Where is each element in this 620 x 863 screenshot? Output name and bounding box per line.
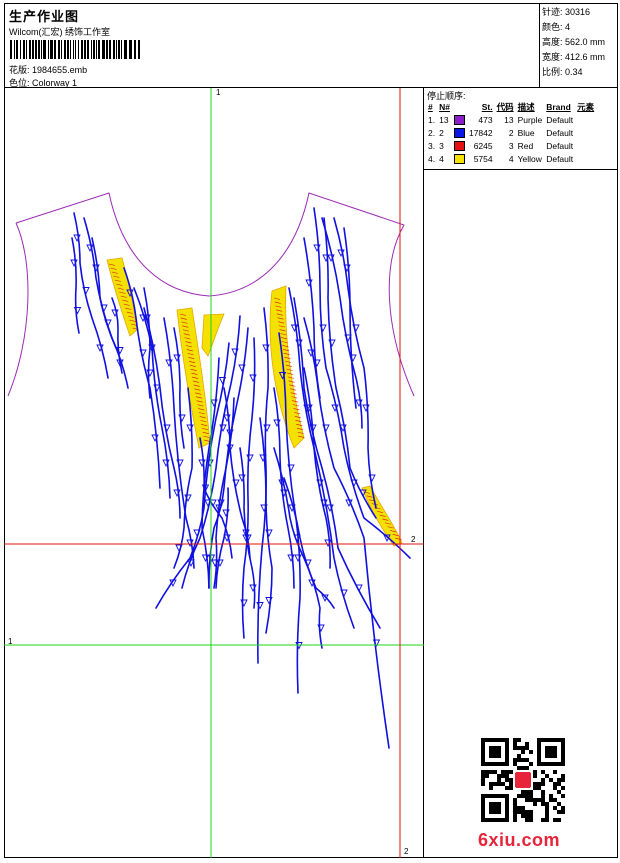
sheet-header: 生产作业图 Wilcom(汇宏) 绣饰工作室 花版: 1984655.emb 色… [4, 3, 540, 88]
needle-number: 2 [439, 127, 444, 138]
needle-number: 4 [439, 153, 444, 164]
qr-code [481, 738, 565, 822]
colorway-label: 色位: [9, 78, 30, 88]
color-swatch [452, 152, 467, 165]
barcode [10, 40, 140, 59]
guide-label-red-bottom: 2 [404, 847, 409, 856]
stop-table-header: # N# St. 代码 描述 Brand 元素 [428, 101, 595, 112]
stop-row: 4. 4 5754 4 Yellow Default [426, 152, 596, 165]
needle-number: 3 [439, 140, 444, 151]
color-description: Blue [517, 127, 535, 138]
stop-row: 2. 2 17842 2 Blue Default [426, 126, 596, 139]
stitch-count: 6245 [473, 140, 493, 151]
color-swatch [452, 126, 467, 139]
stop-index: 1. [428, 114, 436, 125]
thread-brand: Default [546, 127, 574, 138]
thread-color-swatch [453, 114, 465, 125]
color-description: Yellow [517, 153, 542, 164]
embroidery-artwork [4, 88, 424, 858]
color-description: Red [517, 140, 534, 151]
watermark-logo: 6xiu.com [478, 830, 561, 850]
prop-scale: 比例: 0.34 [542, 67, 583, 77]
thread-color-swatch [453, 140, 465, 151]
design-file-label: 花版: [9, 65, 30, 75]
stop-sequence-panel: 停止顺序: # N# St. 代码 描述 Brand 元素 1. 13 473 13 P… [424, 88, 618, 170]
stop-row: 3. 3 6245 3 Red Default [426, 139, 596, 152]
design-properties: 针迹: 30316 颜色: 4 高度: 562.0 mm 宽度: 412.6 m… [540, 3, 618, 88]
guide-label-green-left: 1 [8, 637, 13, 646]
stop-index: 2. [428, 127, 436, 138]
thread-color-swatch [453, 127, 465, 138]
prop-stitches: 针迹: 30316 [542, 7, 591, 17]
design-file-value: 1984655.emb [32, 65, 88, 75]
guide-label-green-top: 1 [216, 88, 221, 97]
color-swatch [452, 139, 467, 152]
color-code: 4 [508, 153, 514, 164]
color-code: 3 [508, 140, 514, 151]
yellow-fill-areas [106, 257, 403, 547]
stop-index: 4. [428, 153, 436, 164]
color-description: Purple [517, 114, 543, 125]
prop-width: 宽度: 412.6 mm [542, 52, 606, 62]
colorway-value: Colorway 1 [32, 78, 78, 88]
stop-sequence-table: # N# St. 代码 描述 Brand 元素 1. 13 473 13 Purple D… [426, 100, 596, 165]
thread-color-swatch [453, 153, 465, 164]
color-code: 13 [504, 114, 514, 125]
thread-brand: Default [546, 114, 574, 125]
color-swatch [452, 113, 467, 126]
company-name: Wilcom(汇宏) 绣饰工作室 [9, 27, 110, 37]
design-canvas: 1 1 2 2 [4, 88, 424, 858]
color-code: 2 [508, 127, 514, 138]
thread-brand: Default [546, 140, 574, 151]
stop-row: 1. 13 473 13 Purple Default [426, 113, 596, 126]
stitch-count: 5754 [473, 153, 493, 164]
stitch-count: 17842 [468, 127, 493, 138]
design-file-line: 花版: 1984655.emb [9, 63, 87, 76]
stop-index: 3. [428, 140, 436, 151]
prop-colors: 颜色: 4 [542, 22, 571, 32]
thread-brand: Default [546, 153, 574, 164]
prop-height: 高度: 562.0 mm [542, 37, 606, 47]
needle-number: 13 [439, 114, 449, 125]
guide-label-red-right: 2 [411, 535, 416, 544]
sheet-title: 生产作业图 [9, 9, 80, 24]
stitch-count: 473 [478, 114, 493, 125]
